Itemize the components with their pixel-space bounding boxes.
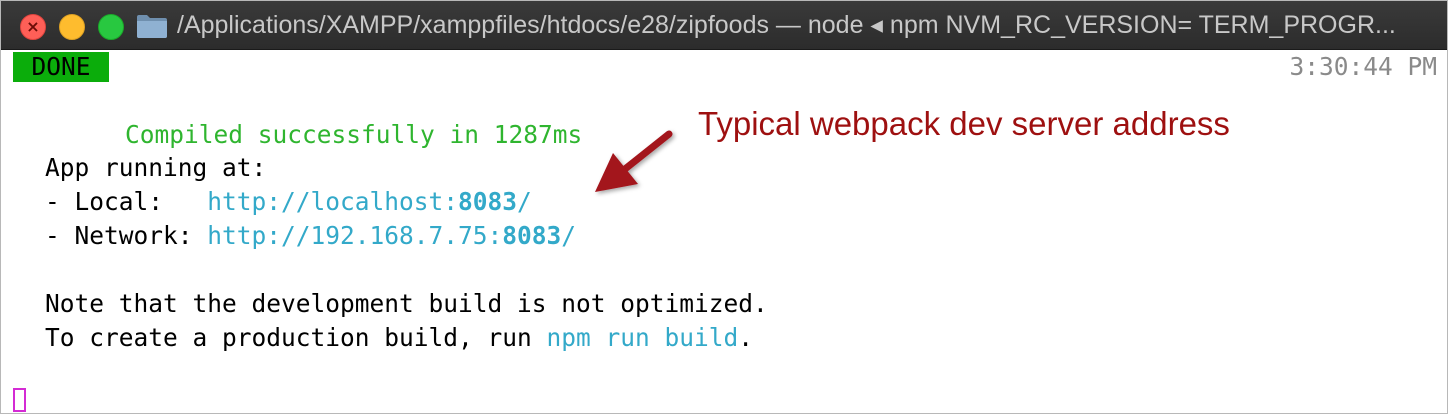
compile-status-text: Compiled successfully in 1287ms (125, 120, 583, 149)
annotation-callout: Typical webpack dev server address (698, 105, 1230, 142)
local-port: 8083 (458, 187, 518, 216)
note-line: Note that the development build is not o… (45, 289, 768, 318)
folder-icon (137, 15, 167, 38)
network-label: - Network: (45, 221, 208, 250)
network-url-link[interactable]: http://192.168.7.75:8083/ (207, 221, 576, 250)
local-url-suffix: / (517, 187, 532, 216)
status-line: DONE Compiled successfully in 1287ms 3:3… (1, 50, 1447, 149)
network-url-suffix: / (561, 221, 577, 250)
title-bar[interactable]: × /Applications/XAMPP/xamppfiles/htdocs/… (1, 1, 1447, 50)
close-button[interactable]: × (20, 14, 46, 40)
local-label: - Local: (45, 187, 208, 216)
local-url-line: - Local: http://localhost:8083/ (45, 185, 532, 219)
app-running-label: App running at: (45, 153, 267, 182)
production-build-line: To create a production build, run npm ru… (45, 321, 753, 355)
terminal-window: × /Applications/XAMPP/xamppfiles/htdocs/… (0, 0, 1448, 414)
done-badge: DONE (13, 52, 109, 82)
minimize-button[interactable] (59, 14, 85, 40)
local-url-link[interactable]: http://localhost:8083/ (207, 187, 532, 216)
timestamp: 3:30:44 PM (1289, 52, 1437, 81)
window-title: /Applications/XAMPP/xamppfiles/htdocs/e2… (177, 11, 1396, 39)
network-url-base: http://192.168.7.75: (207, 221, 503, 250)
npm-run-build-command[interactable]: npm run build (547, 323, 739, 352)
zoom-button[interactable] (98, 14, 124, 40)
network-url-line: - Network: http://192.168.7.75:8083/ (45, 219, 576, 253)
network-port: 8083 (502, 221, 562, 250)
local-url-base: http://localhost: (207, 187, 459, 216)
production-suffix: . (738, 323, 754, 352)
production-prefix: To create a production build, run (45, 323, 547, 352)
cursor-icon (13, 388, 26, 412)
close-icon: × (26, 17, 40, 36)
